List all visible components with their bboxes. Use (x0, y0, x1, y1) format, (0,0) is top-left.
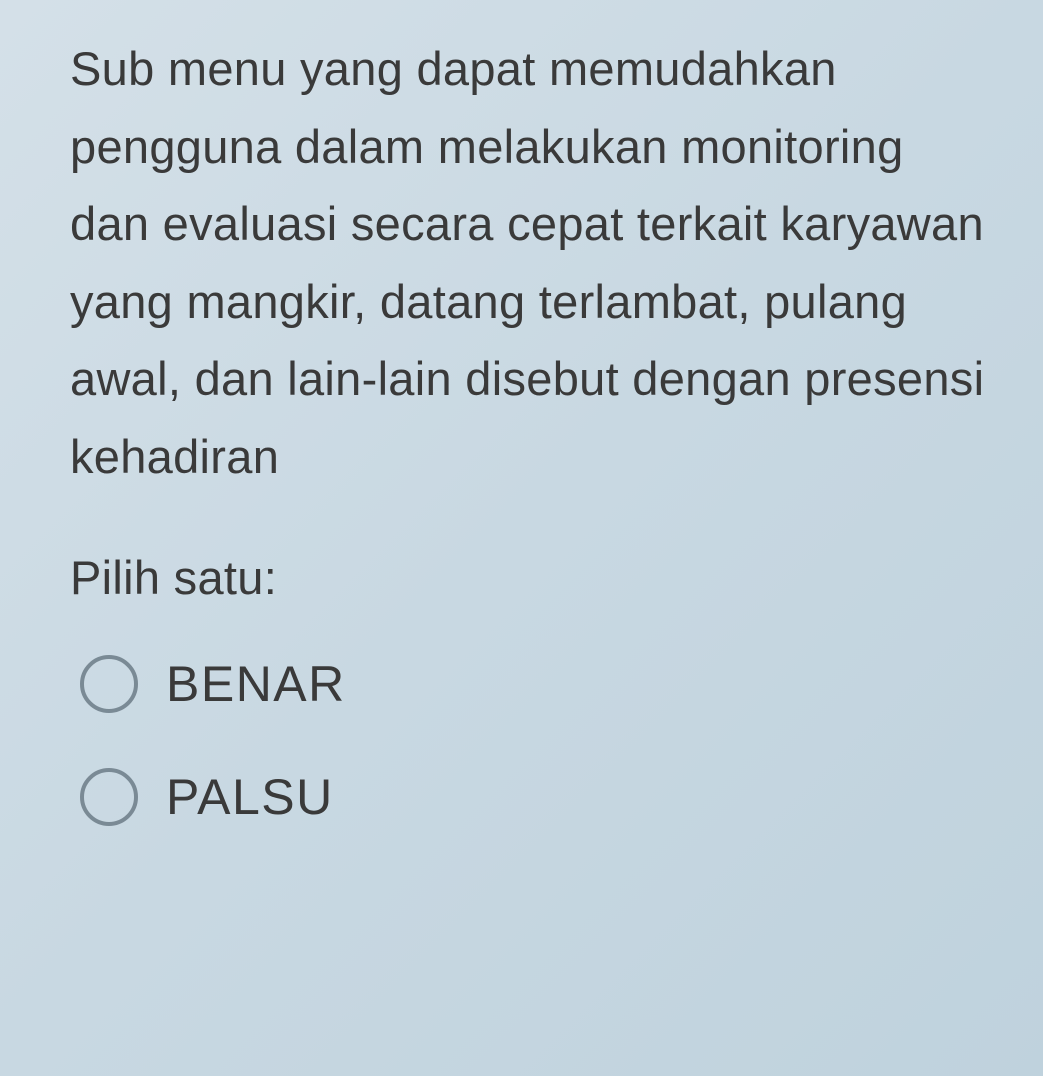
option-label: BENAR (166, 655, 346, 713)
radio-icon (80, 768, 138, 826)
radio-icon (80, 655, 138, 713)
option-benar[interactable]: BENAR (80, 655, 993, 713)
options-group: BENAR PALSU (70, 655, 993, 826)
option-label: PALSU (166, 768, 334, 826)
option-palsu[interactable]: PALSU (80, 768, 993, 826)
prompt-label: Pilih satu: (70, 550, 993, 605)
question-text: Sub menu yang dapat memudahkan pengguna … (70, 30, 993, 495)
